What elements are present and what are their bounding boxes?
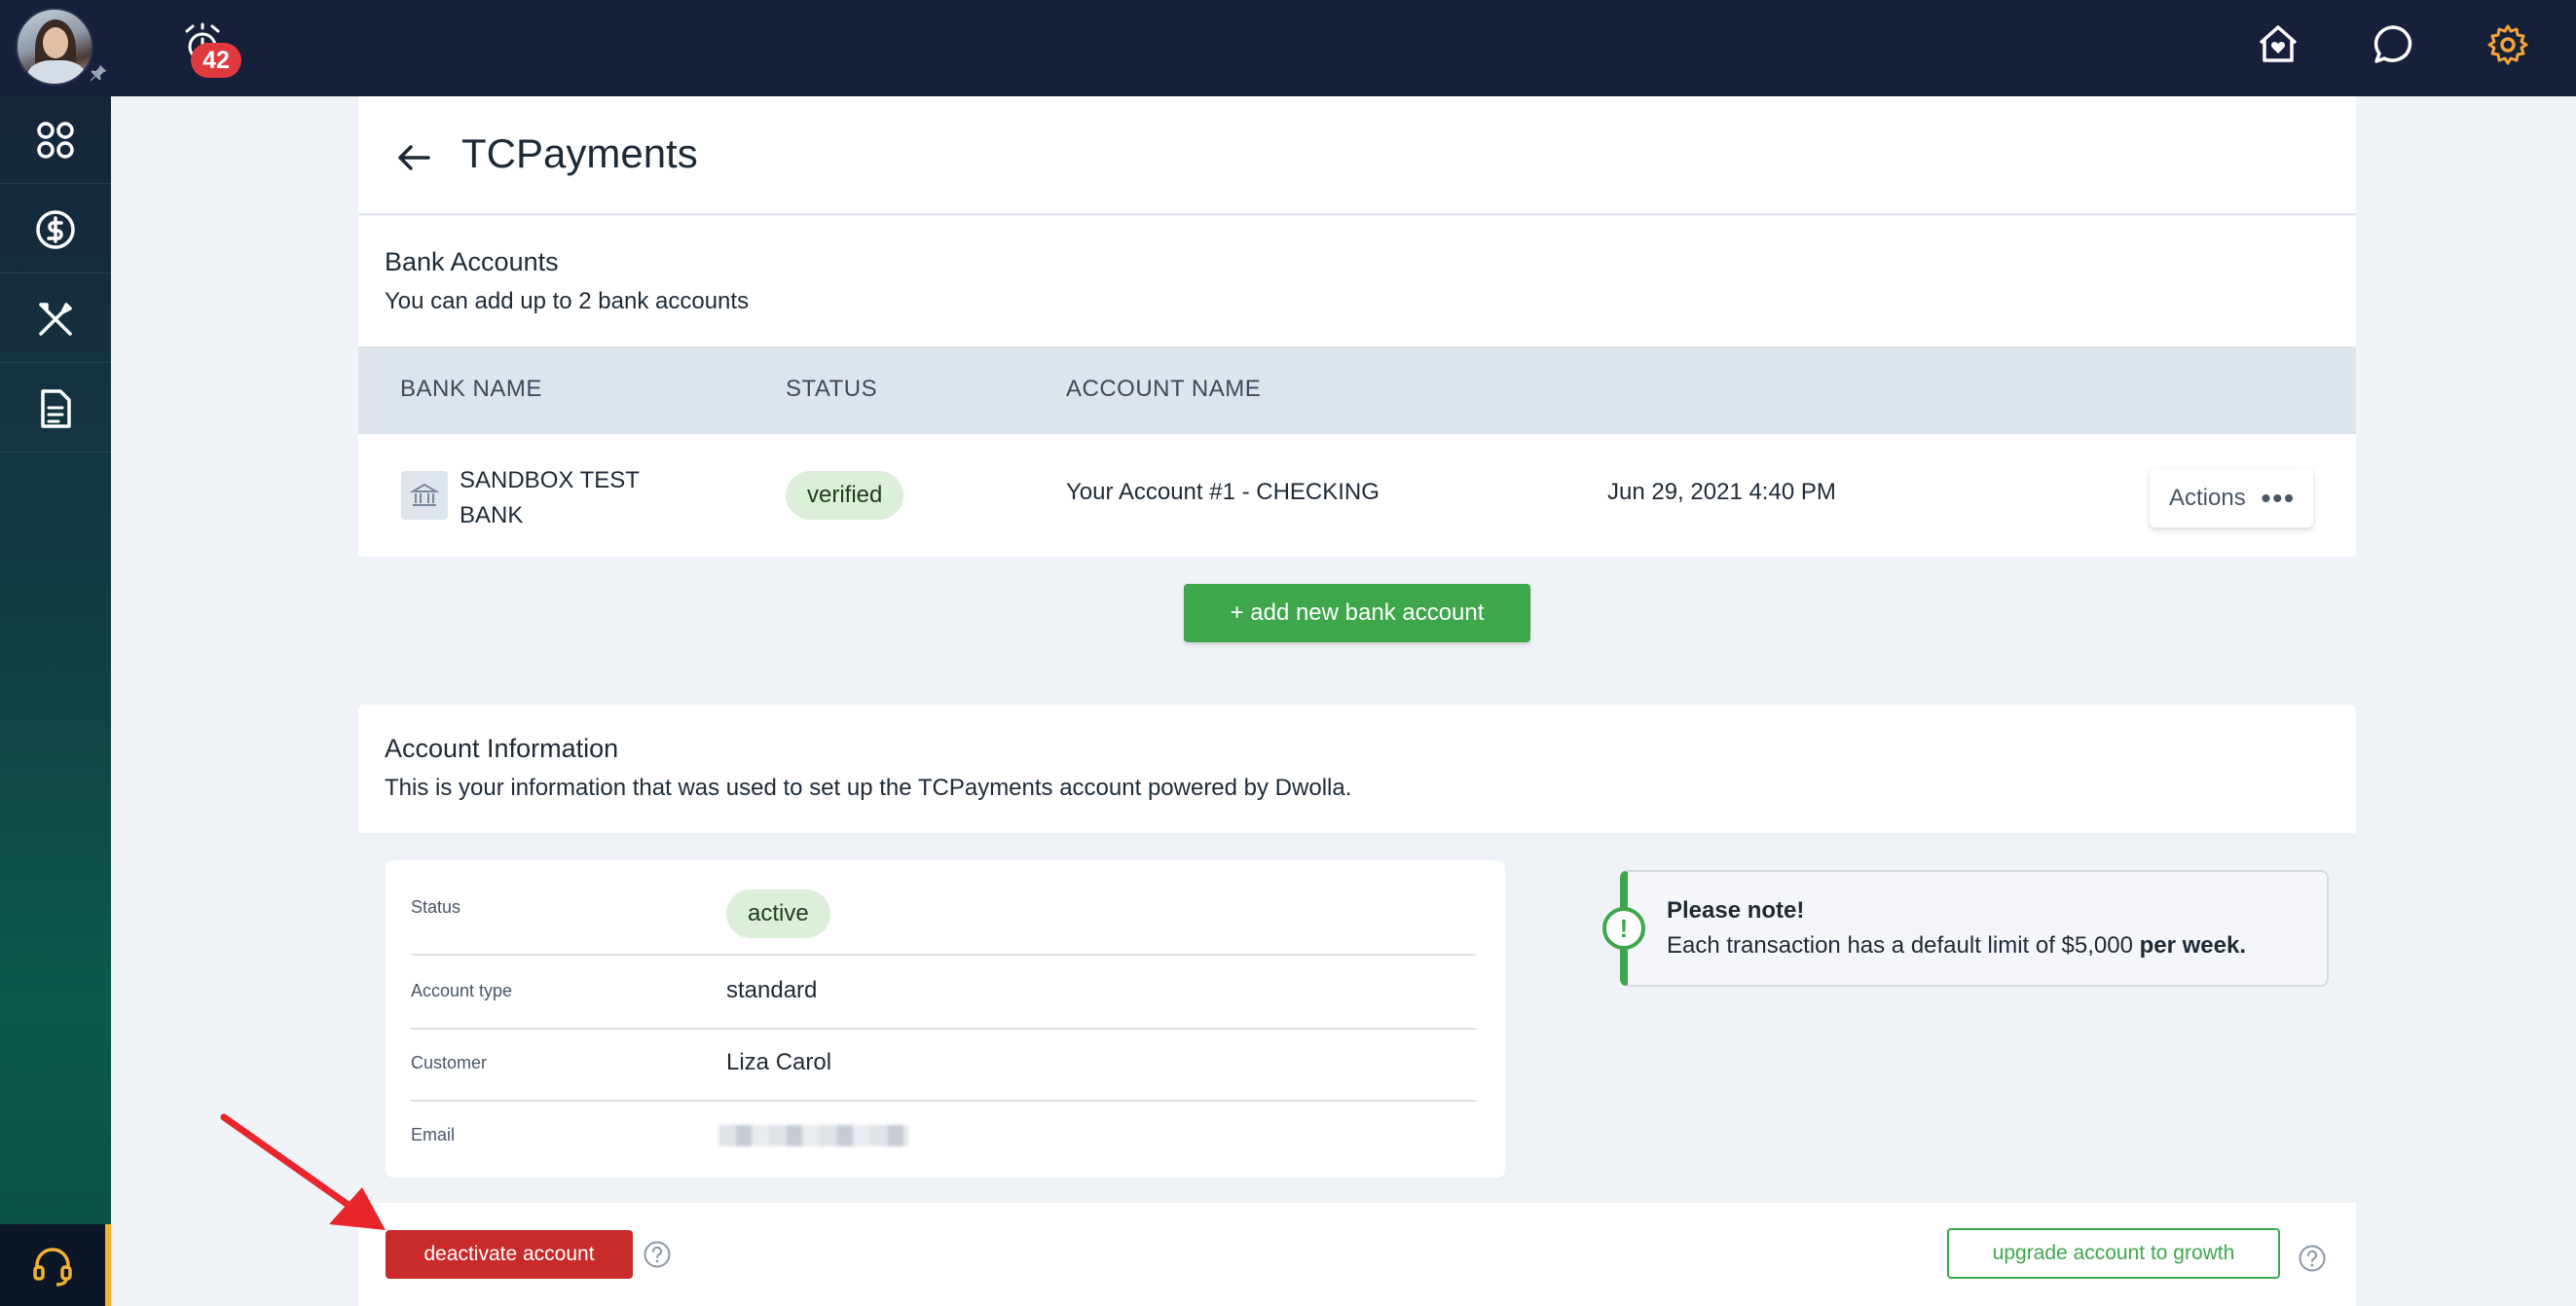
help-icon[interactable] <box>2298 1244 2327 1273</box>
sidebar <box>0 96 111 1306</box>
detail-label-email: Email <box>411 1125 456 1144</box>
headset-icon <box>33 1248 72 1287</box>
bank-name: SANDBOX TEST BANK <box>460 467 640 528</box>
actions-label: Actions <box>2169 485 2246 511</box>
avatar-body <box>27 60 86 84</box>
avatar[interactable] <box>16 8 93 86</box>
detail-value-customer: Liza Carol <box>726 1049 832 1075</box>
help-icon[interactable] <box>643 1240 672 1269</box>
account-information-subtitle: This is your information that was used t… <box>385 775 1352 801</box>
note-body: Each transaction has a default limit of … <box>1667 932 2246 960</box>
bank-accounts-header: Bank Accounts You can add up to 2 bank a… <box>358 216 2356 346</box>
dashboard-icon <box>37 121 74 159</box>
detail-label-status: Status <box>411 897 461 917</box>
sidebar-item-dashboard[interactable] <box>0 96 111 184</box>
note-body-emphasis: per week. <box>2139 932 2247 959</box>
column-header-bank-name: BANK NAME <box>400 376 542 402</box>
bank-icon <box>401 471 448 520</box>
bank-accounts-title: Bank Accounts <box>385 247 559 276</box>
sidebar-item-documents[interactable] <box>0 365 111 453</box>
more-dots-icon: ••• <box>2261 483 2296 513</box>
bank-table-header: BANK NAME STATUS ACCOUNT NAME <box>358 346 2356 434</box>
page-title: TCPayments <box>461 130 698 176</box>
redacted-email <box>718 1125 909 1146</box>
back-arrow-icon[interactable] <box>395 140 432 175</box>
detail-row-status <box>411 860 1476 956</box>
exclamation-icon: ! <box>1602 907 1645 950</box>
tools-icon <box>39 302 72 336</box>
account-date: Jun 29, 2021 4:40 PM <box>1607 479 1836 505</box>
annotation-arrow-icon <box>220 1113 386 1230</box>
chat-icon[interactable] <box>2370 21 2416 68</box>
column-header-status: STATUS <box>786 376 878 402</box>
sidebar-item-tools[interactable] <box>0 275 111 363</box>
detail-label-account-type: Account type <box>411 981 513 1000</box>
account-information-header: Account Information This is your informa… <box>358 705 2356 833</box>
notification-badge[interactable]: 42 <box>191 43 241 78</box>
dollar-icon <box>36 209 75 249</box>
detail-row-account-type <box>411 956 1476 1030</box>
upgrade-account-button[interactable]: upgrade account to growth <box>1947 1228 2280 1279</box>
gear-icon[interactable] <box>2484 21 2531 68</box>
detail-label-customer: Customer <box>411 1053 488 1072</box>
note-title: Please note! <box>1667 897 1805 924</box>
sidebar-item-payments[interactable] <box>0 186 111 273</box>
transaction-limit-note: ! Please note! Each transaction has a de… <box>1602 870 2329 987</box>
account-information-title: Account Information <box>385 734 619 763</box>
detail-row-customer <box>411 1030 1476 1102</box>
table-row: SANDBOX TEST BANK verified Your Account … <box>358 434 2356 557</box>
column-header-account-name: ACCOUNT NAME <box>1066 376 1262 402</box>
detail-value-account-type: standard <box>726 977 818 1003</box>
actions-button[interactable]: Actions ••• <box>2150 469 2313 527</box>
bank-accounts-subtitle: You can add up to 2 bank accounts <box>385 288 750 314</box>
account-details-table: Status active Account type standard Cust… <box>386 860 1505 1178</box>
home-heart-icon[interactable] <box>2255 21 2301 68</box>
pin-icon[interactable] <box>88 62 109 84</box>
account-status-badge: active <box>726 889 830 938</box>
avatar-face <box>43 27 68 58</box>
account-name: Your Account #1 - CHECKING <box>1066 479 1380 505</box>
add-bank-account-button[interactable]: + add new bank account <box>1184 584 1530 642</box>
top-bar: 42 <box>0 0 2576 96</box>
document-icon <box>41 388 71 428</box>
support-button[interactable] <box>0 1224 111 1306</box>
deactivate-account-button[interactable]: deactivate account <box>386 1230 633 1279</box>
note-body-text: Each transaction has a default limit of … <box>1667 932 2140 959</box>
status-badge: verified <box>786 471 904 520</box>
